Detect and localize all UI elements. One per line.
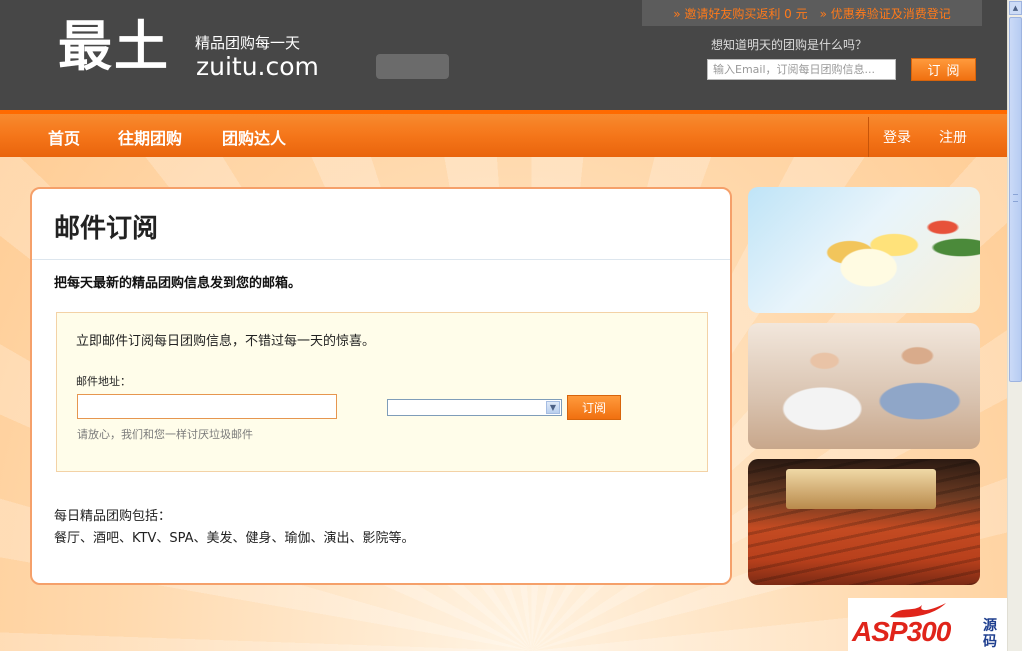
header-subscribe-button[interactable]: 订阅: [911, 58, 976, 81]
title-divider: [32, 259, 730, 260]
nav-past-deals[interactable]: 往期团购: [118, 125, 182, 149]
food-photo: [748, 187, 980, 313]
chevron-down-icon[interactable]: ▼: [546, 401, 560, 414]
subscribe-form: 立即邮件订阅每日团购信息，不错过每一天的惊喜。 邮件地址： ▼ 订阅 请放心，我…: [56, 312, 708, 472]
includes-title: 每日精品团购包括：: [54, 509, 172, 524]
form-intro: 立即邮件订阅每日团购信息，不错过每一天的惊喜。: [76, 334, 376, 349]
logo-domain: zuitu.com: [196, 52, 319, 81]
subscribe-button[interactable]: 订阅: [567, 395, 621, 420]
nav-home[interactable]: 首页: [48, 125, 80, 149]
asp300-watermark: ASP300 源码: [848, 598, 1007, 651]
theater-photo: [748, 459, 980, 585]
coupon-verify-link[interactable]: » 优惠券验证及消费登记: [820, 5, 951, 22]
main-nav: 首页 往期团购 团购达人 登录 注册: [0, 110, 1007, 157]
city-switcher[interactable]: [376, 54, 449, 79]
scroll-thumb[interactable]: [1009, 17, 1022, 382]
subscribe-lead: 把每天最新的精品团购信息发到您的邮箱。: [54, 276, 302, 291]
invite-rebate-link[interactable]: » 邀请好友购买返利 0 元: [673, 5, 807, 22]
scroll-up-arrow-icon[interactable]: ▲: [1009, 1, 1022, 15]
header-email-input[interactable]: [707, 59, 896, 80]
logo-slogan: 精品团购每一天: [195, 34, 301, 52]
subscribe-card: 邮件订阅 把每天最新的精品团购信息发到您的邮箱。 立即邮件订阅每日团购信息，不错…: [30, 187, 732, 585]
spam-note: 请放心，我们和您一样讨厌垃圾邮件: [77, 428, 253, 441]
watermark-brand: ASP300: [852, 616, 951, 647]
site-logo[interactable]: 最土: [58, 14, 170, 78]
nav-login[interactable]: 登录: [883, 127, 911, 147]
page-scrollbar[interactable]: ▲: [1007, 0, 1022, 651]
city-select[interactable]: ▼: [387, 399, 562, 416]
yoga-photo: [748, 323, 980, 449]
email-field[interactable]: [77, 394, 337, 419]
subscribe-question: 想知道明天的团购是什么吗？: [711, 38, 868, 52]
includes-list: 餐厅、酒吧、KTV、SPA、美发、健身、瑜伽、演出、影院等。: [54, 531, 415, 546]
promo-bar: » 邀请好友购买返利 0 元 » 优惠券验证及消费登记: [642, 0, 982, 26]
nav-divider: [868, 117, 869, 157]
scroll-grip: [1013, 194, 1018, 202]
site-header: 最土 精品团购每一天 zuitu.com » 邀请好友购买返利 0 元 » 优惠…: [0, 0, 1007, 110]
email-label: 邮件地址：: [76, 375, 131, 388]
theater-stage: [786, 469, 936, 509]
watermark-suffix: 源码: [983, 618, 997, 650]
nav-register[interactable]: 注册: [939, 127, 967, 147]
nav-deal-experts[interactable]: 团购达人: [222, 125, 286, 149]
page-title: 邮件订阅: [54, 214, 159, 244]
